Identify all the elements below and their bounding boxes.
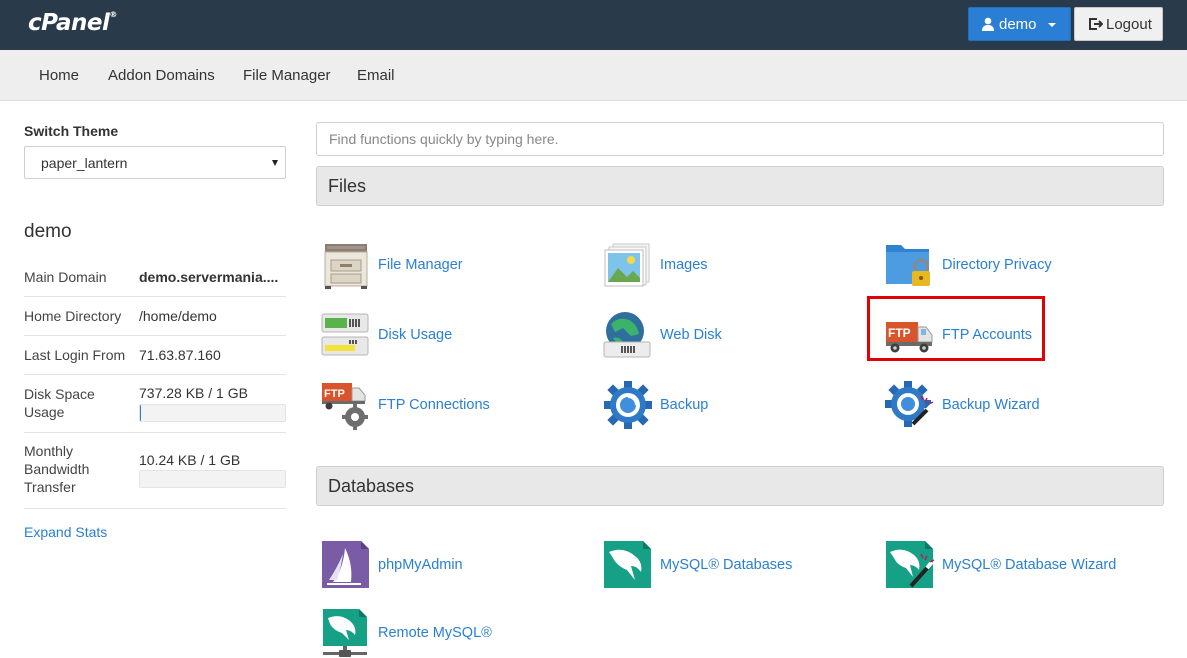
web-disk-label: Web Disk [660, 327, 722, 343]
ftp-accounts-label: FTP Accounts [942, 327, 1032, 343]
web-disk-item[interactable]: Web Disk [603, 310, 722, 360]
stats-table: Main Domain demo.servermania.... Home Di… [24, 258, 286, 509]
function-search-input[interactable] [316, 122, 1164, 156]
ftp-connections-item[interactable]: FTP FTP Connections [321, 380, 490, 430]
disk-usage-icon [321, 313, 369, 356]
theme-select[interactable]: paper_lantern [24, 146, 286, 179]
stat-row-home-directory: Home Directory /home/demo [24, 297, 286, 336]
backup-gear-icon [604, 381, 652, 429]
mysql-database-wizard-label: MySQL® Database Wizard [942, 557, 1117, 573]
web-disk-icon [603, 312, 651, 358]
stat-label: Monthly Bandwidth Transfer [24, 443, 90, 495]
dropdown-arrow-icon [272, 160, 278, 166]
backup-label: Backup [660, 397, 709, 413]
directory-privacy-label: Directory Privacy [942, 257, 1052, 273]
file-cabinet-icon [324, 244, 368, 289]
stat-value: demo.servermania.... [139, 269, 279, 285]
mysql-dolphin-icon [604, 541, 651, 588]
logout-label: Logout [1106, 15, 1152, 33]
disk-usage-label: Disk Usage [378, 327, 453, 343]
backup-wizard-item[interactable]: Backup Wizard [885, 380, 1040, 430]
account-username: demo [24, 221, 72, 242]
section-header-files[interactable]: Files [316, 166, 1164, 206]
logout-button[interactable]: Logout [1074, 7, 1163, 41]
file-manager-item[interactable]: File Manager [321, 240, 463, 290]
ftp-connections-icon: FTP [322, 383, 368, 430]
nav-email[interactable]: Email [357, 67, 395, 84]
stat-value: 737.28 KB / 1 GB [139, 385, 248, 401]
theme-select-value: paper_lantern [41, 155, 128, 171]
phpmyadmin-label: phpMyAdmin [378, 557, 463, 573]
stat-row-disk-space: Disk Space Usage 737.28 KB / 1 GB [24, 375, 286, 433]
expand-stats-link[interactable]: Expand Stats [24, 524, 107, 540]
ftp-connections-label: FTP Connections [378, 397, 490, 413]
ftp-truck-icon: FTP [886, 322, 933, 353]
images-icon [604, 243, 650, 287]
directory-privacy-item[interactable]: Directory Privacy [885, 240, 1052, 290]
file-manager-label: File Manager [378, 257, 463, 273]
stat-label: Home Directory [24, 308, 122, 324]
mysql-databases-label: MySQL® Databases [660, 557, 793, 573]
user-menu-label: demo [999, 15, 1037, 33]
stat-label: Last Login From [24, 347, 126, 363]
ftp-badge-text: FTP [888, 326, 911, 340]
images-item[interactable]: Images [603, 240, 708, 290]
backup-wizard-label: Backup Wizard [942, 397, 1040, 413]
backup-wizard-icon [885, 381, 934, 427]
backup-item[interactable]: Backup [603, 380, 708, 430]
stat-row-bandwidth: Monthly Bandwidth Transfer 10.24 KB / 1 … [24, 433, 286, 509]
nav-file-manager[interactable]: File Manager [243, 67, 331, 84]
nav-home[interactable]: Home [39, 67, 79, 84]
remote-mysql-item[interactable]: Remote MySQL® [321, 608, 492, 658]
top-bar: cPanel® demo Logout [0, 0, 1187, 50]
cpanel-logo[interactable]: cPanel® [28, 10, 117, 36]
remote-mysql-label: Remote MySQL® [378, 625, 492, 641]
mysql-wizard-icon [886, 541, 935, 588]
disk-usage-item[interactable]: Disk Usage [321, 310, 452, 360]
stat-row-main-domain: Main Domain demo.servermania.... [24, 258, 286, 297]
nav-addon-domains[interactable]: Addon Domains [108, 67, 215, 84]
ftp-badge-text: FTP [324, 388, 345, 400]
disk-usage-bar [139, 404, 286, 422]
images-label: Images [660, 257, 708, 273]
phpmyadmin-icon [322, 541, 369, 588]
folder-lock-icon [886, 245, 930, 286]
user-icon [982, 17, 994, 31]
phpmyadmin-item[interactable]: phpMyAdmin [321, 540, 463, 590]
section-header-databases[interactable]: Databases [316, 466, 1164, 506]
stat-value: 71.63.87.160 [139, 347, 221, 363]
stat-value: /home/demo [139, 308, 217, 324]
user-menu-button[interactable]: demo [968, 7, 1071, 41]
stat-label: Main Domain [24, 269, 107, 285]
stat-value: 10.24 KB / 1 GB [139, 452, 241, 468]
logout-icon [1089, 18, 1103, 30]
stat-label: Disk Space Usage [24, 386, 95, 420]
switch-theme-label: Switch Theme [24, 123, 119, 139]
bandwidth-usage-bar [139, 470, 286, 488]
remote-mysql-icon [323, 609, 367, 657]
mysql-database-wizard-item[interactable]: MySQL® Database Wizard [885, 540, 1116, 590]
chevron-down-icon [1048, 23, 1056, 27]
nav-bar: Home Addon Domains File Manager Email [0, 50, 1187, 101]
ftp-accounts-item[interactable]: FTP FTP Accounts [885, 310, 1032, 360]
mysql-databases-item[interactable]: MySQL® Databases [603, 540, 792, 590]
stat-row-last-login: Last Login From 71.63.87.160 [24, 336, 286, 375]
